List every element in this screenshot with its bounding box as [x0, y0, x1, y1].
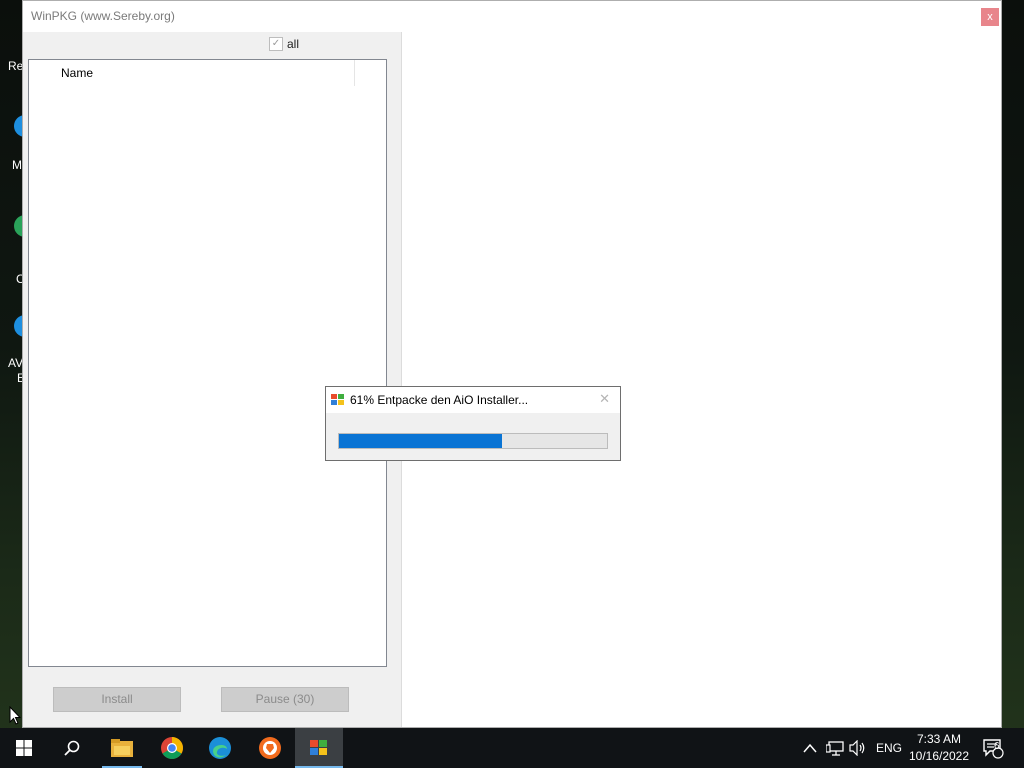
dialog-title-bar[interactable]: 61% Entpacke den AiO Installer... ✕ — [326, 387, 620, 413]
search-icon — [64, 740, 80, 756]
volume-icon — [849, 740, 865, 756]
file-explorer-icon — [111, 739, 133, 757]
action-center-button[interactable]: 6 — [982, 728, 1004, 768]
winpkg-window: WinPKG (www.Sereby.org) x ✓ all Name Ins… — [22, 0, 1002, 728]
network-tray-button[interactable] — [826, 728, 844, 768]
search-button[interactable] — [48, 728, 96, 768]
progress-dialog: 61% Entpacke den AiO Installer... ✕ — [325, 386, 621, 461]
winpkg-icon — [310, 740, 327, 755]
chrome-icon — [161, 737, 183, 759]
dialog-title: 61% Entpacke den AiO Installer... — [350, 393, 529, 407]
column-header-label: Name — [61, 66, 94, 80]
notification-count: 6 — [994, 741, 1000, 752]
winpkg-icon — [331, 394, 344, 405]
clock-time: 7:33 AM — [916, 732, 962, 746]
details-pane — [401, 32, 1001, 727]
close-button[interactable]: x — [981, 8, 999, 26]
pause-button[interactable]: Pause (30) — [221, 687, 349, 712]
start-button[interactable] — [0, 728, 48, 768]
show-hidden-icons-button[interactable] — [803, 728, 817, 768]
package-list[interactable]: Name — [28, 59, 387, 667]
checkbox-check-icon[interactable]: ✓ — [269, 37, 283, 51]
all-checkbox-label: all — [287, 37, 300, 51]
install-button[interactable]: Install — [53, 687, 181, 712]
all-checkbox[interactable]: ✓ all — [269, 37, 299, 51]
volume-tray-button[interactable] — [849, 728, 867, 768]
winpkg-taskbar-button[interactable] — [295, 728, 343, 768]
notification-icon — [983, 739, 1004, 759]
brave-icon — [259, 737, 281, 759]
mouse-cursor-icon — [9, 706, 21, 725]
edge-icon — [209, 737, 231, 759]
progress-fill — [339, 434, 503, 448]
clock[interactable]: 7:33 AM 10/16/2022 — [906, 731, 972, 765]
progress-bar — [338, 433, 608, 449]
chrome-button[interactable] — [148, 728, 196, 768]
start-icon — [16, 740, 32, 756]
title-bar[interactable]: WinPKG (www.Sereby.org) x — [23, 1, 1001, 32]
brave-button[interactable] — [246, 728, 294, 768]
dialog-close-icon[interactable]: ✕ — [599, 391, 610, 407]
window-title: WinPKG (www.Sereby.org) — [31, 9, 175, 23]
clock-date: 10/16/2022 — [908, 749, 970, 763]
network-icon — [826, 741, 844, 756]
file-explorer-button[interactable] — [98, 728, 146, 768]
edge-button[interactable] — [196, 728, 244, 768]
taskbar: ENG 7:33 AM 10/16/2022 6 — [0, 728, 1024, 768]
language-indicator[interactable]: ENG — [876, 728, 902, 768]
column-header-name[interactable]: Name — [53, 60, 355, 86]
chevron-up-icon — [803, 743, 817, 753]
